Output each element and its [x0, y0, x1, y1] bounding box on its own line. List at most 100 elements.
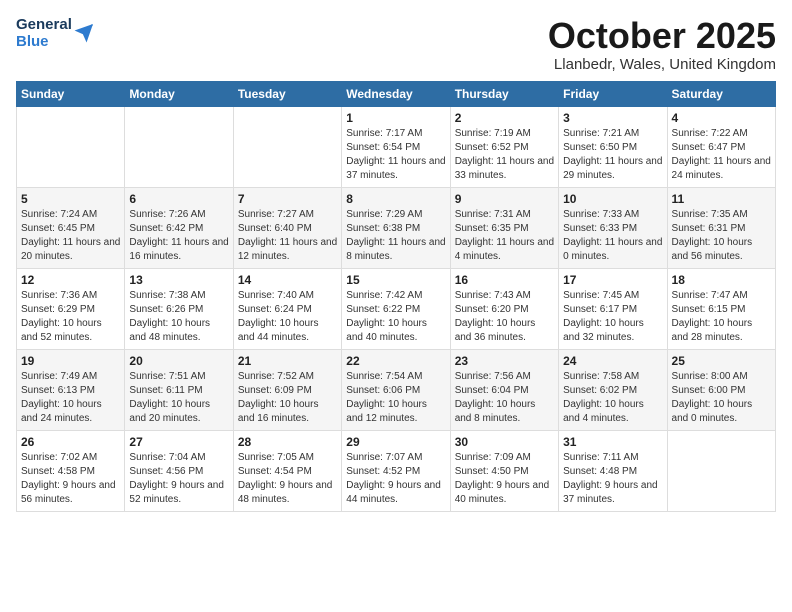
day-number: 4	[672, 111, 771, 125]
day-info: Sunrise: 7:33 AMSunset: 6:33 PMDaylight:…	[563, 208, 662, 264]
calendar-week-row: 1 Sunrise: 7:17 AMSunset: 6:54 PMDaylight…	[17, 106, 776, 187]
calendar-cell	[233, 106, 341, 187]
day-number: 14	[238, 273, 337, 287]
calendar-cell: 27 Sunrise: 7:04 AMSunset: 4:56 PMDayligh…	[125, 430, 233, 511]
calendar-cell: 23Sunrise: 7:56 AMSunset: 6:04 PMDayligh…	[450, 349, 558, 430]
day-number: 8	[346, 192, 445, 206]
day-info: Sunrise: 7:29 AMSunset: 6:38 PMDaylight:…	[346, 208, 445, 264]
calendar-cell: 2 Sunrise: 7:19 AMSunset: 6:52 PMDaylight…	[450, 106, 558, 187]
day-number: 7	[238, 192, 337, 206]
bird-icon	[74, 23, 94, 43]
day-info: Sunrise: 7:38 AMSunset: 6:26 PMDaylight:…	[129, 289, 228, 345]
logo: General Blue	[16, 16, 94, 50]
calendar-cell: 26Sunrise: 7:02 AMSunset: 4:58 PMDayligh…	[17, 430, 125, 511]
location: Llanbedr, Wales, United Kingdom	[548, 56, 776, 73]
weekday-row: SundayMondayTuesdayWednesdayThursdayFrid…	[17, 81, 776, 106]
day-info: Sunrise: 7:26 AMSunset: 6:42 PMDaylight:…	[129, 208, 228, 264]
calendar-cell: 12 Sunrise: 7:36 AMSunset: 6:29 PMDayligh…	[17, 268, 125, 349]
day-number: 30	[455, 435, 554, 449]
day-number: 10	[563, 192, 662, 206]
day-info: Sunrise: 7:43 AMSunset: 6:20 PMDaylight:…	[455, 289, 554, 345]
day-info: Sunrise: 7:49 AMSunset: 6:13 PMDaylight:…	[21, 370, 120, 426]
day-info: Sunrise: 7:36 AMSunset: 6:29 PMDaylight:…	[21, 289, 120, 345]
day-info: Sunrise: 7:40 AMSunset: 6:24 PMDaylight:…	[238, 289, 337, 345]
day-number: 11	[672, 192, 771, 206]
day-info: Sunrise: 7:21 AMSunset: 6:50 PMDaylight:…	[563, 127, 662, 183]
title-block: October 2025 Llanbedr, Wales, United Kin…	[548, 16, 776, 73]
day-number: 13	[129, 273, 228, 287]
calendar-table: SundayMondayTuesdayWednesdayThursdayFrid…	[16, 81, 776, 512]
calendar-cell: 18 Sunrise: 7:47 AMSunset: 6:15 PMDayligh…	[667, 268, 775, 349]
weekday-header: Wednesday	[342, 81, 450, 106]
day-number: 12	[21, 273, 120, 287]
day-info: Sunrise: 7:24 AMSunset: 6:45 PMDaylight:…	[21, 208, 120, 264]
weekday-header: Tuesday	[233, 81, 341, 106]
page-header: General Blue October 2025 Llanbedr, Wale…	[16, 16, 776, 73]
day-info: Sunrise: 7:27 AMSunset: 6:40 PMDaylight:…	[238, 208, 337, 264]
calendar-cell: 11Sunrise: 7:35 AMSunset: 6:31 PMDayligh…	[667, 187, 775, 268]
day-number: 1	[346, 111, 445, 125]
calendar-week-row: 5Sunrise: 7:24 AMSunset: 6:45 PMDaylight…	[17, 187, 776, 268]
day-info: Sunrise: 7:19 AMSunset: 6:52 PMDaylight:…	[455, 127, 554, 183]
calendar-cell: 5Sunrise: 7:24 AMSunset: 6:45 PMDaylight…	[17, 187, 125, 268]
day-info: Sunrise: 7:58 AMSunset: 6:02 PMDaylight:…	[563, 370, 662, 426]
calendar-cell: 21Sunrise: 7:52 AMSunset: 6:09 PMDayligh…	[233, 349, 341, 430]
calendar-week-row: 19 Sunrise: 7:49 AMSunset: 6:13 PMDayligh…	[17, 349, 776, 430]
calendar-cell: 1 Sunrise: 7:17 AMSunset: 6:54 PMDaylight…	[342, 106, 450, 187]
day-number: 22	[346, 354, 445, 368]
weekday-header: Sunday	[17, 81, 125, 106]
calendar-cell: 20 Sunrise: 7:51 AMSunset: 6:11 PMDayligh…	[125, 349, 233, 430]
calendar-cell: 7 Sunrise: 7:27 AMSunset: 6:40 PMDaylight…	[233, 187, 341, 268]
day-number: 28	[238, 435, 337, 449]
day-number: 23	[455, 354, 554, 368]
day-info: Sunrise: 7:09 AMSunset: 4:50 PMDaylight:…	[455, 451, 554, 507]
day-number: 19	[21, 354, 120, 368]
day-number: 6	[129, 192, 228, 206]
calendar-cell: 10 Sunrise: 7:33 AMSunset: 6:33 PMDayligh…	[559, 187, 667, 268]
logo-blue: Blue	[16, 33, 72, 50]
day-info: Sunrise: 7:54 AMSunset: 6:06 PMDaylight:…	[346, 370, 445, 426]
calendar-cell: 4 Sunrise: 7:22 AMSunset: 6:47 PMDaylight…	[667, 106, 775, 187]
day-number: 16	[455, 273, 554, 287]
day-info: Sunrise: 7:52 AMSunset: 6:09 PMDaylight:…	[238, 370, 337, 426]
day-number: 15	[346, 273, 445, 287]
day-number: 17	[563, 273, 662, 287]
calendar-cell: 31Sunrise: 7:11 AMSunset: 4:48 PMDayligh…	[559, 430, 667, 511]
day-info: Sunrise: 7:05 AMSunset: 4:54 PMDaylight:…	[238, 451, 337, 507]
calendar-cell: 15Sunrise: 7:42 AMSunset: 6:22 PMDayligh…	[342, 268, 450, 349]
calendar-cell: 22 Sunrise: 7:54 AMSunset: 6:06 PMDayligh…	[342, 349, 450, 430]
calendar-cell: 17 Sunrise: 7:45 AMSunset: 6:17 PMDayligh…	[559, 268, 667, 349]
month-title: October 2025	[548, 16, 776, 56]
calendar-cell: 28 Sunrise: 7:05 AMSunset: 4:54 PMDayligh…	[233, 430, 341, 511]
day-number: 2	[455, 111, 554, 125]
day-number: 20	[129, 354, 228, 368]
day-number: 9	[455, 192, 554, 206]
day-info: Sunrise: 7:04 AMSunset: 4:56 PMDaylight:…	[129, 451, 228, 507]
calendar-cell: 14 Sunrise: 7:40 AMSunset: 6:24 PMDayligh…	[233, 268, 341, 349]
day-info: Sunrise: 7:11 AMSunset: 4:48 PMDaylight:…	[563, 451, 662, 507]
day-info: Sunrise: 7:45 AMSunset: 6:17 PMDaylight:…	[563, 289, 662, 345]
day-info: Sunrise: 7:22 AMSunset: 6:47 PMDaylight:…	[672, 127, 771, 183]
calendar-cell: 24 Sunrise: 7:58 AMSunset: 6:02 PMDayligh…	[559, 349, 667, 430]
calendar-cell	[17, 106, 125, 187]
calendar-cell: 9 Sunrise: 7:31 AMSunset: 6:35 PMDaylight…	[450, 187, 558, 268]
calendar-cell	[125, 106, 233, 187]
day-info: Sunrise: 8:00 AMSunset: 6:00 PMDaylight:…	[672, 370, 771, 426]
day-number: 18	[672, 273, 771, 287]
calendar-cell: 8 Sunrise: 7:29 AMSunset: 6:38 PMDaylight…	[342, 187, 450, 268]
day-number: 24	[563, 354, 662, 368]
calendar-cell: 19 Sunrise: 7:49 AMSunset: 6:13 PMDayligh…	[17, 349, 125, 430]
day-info: Sunrise: 7:31 AMSunset: 6:35 PMDaylight:…	[455, 208, 554, 264]
day-info: Sunrise: 7:51 AMSunset: 6:11 PMDaylight:…	[129, 370, 228, 426]
day-number: 26	[21, 435, 120, 449]
weekday-header: Saturday	[667, 81, 775, 106]
weekday-header: Monday	[125, 81, 233, 106]
day-info: Sunrise: 7:47 AMSunset: 6:15 PMDaylight:…	[672, 289, 771, 345]
calendar-cell: 3Sunrise: 7:21 AMSunset: 6:50 PMDaylight…	[559, 106, 667, 187]
day-number: 27	[129, 435, 228, 449]
calendar-body: 1 Sunrise: 7:17 AMSunset: 6:54 PMDaylight…	[17, 106, 776, 511]
calendar-cell: 16 Sunrise: 7:43 AMSunset: 6:20 PMDayligh…	[450, 268, 558, 349]
day-info: Sunrise: 7:17 AMSunset: 6:54 PMDaylight:…	[346, 127, 445, 183]
calendar-cell: 25Sunrise: 8:00 AMSunset: 6:00 PMDayligh…	[667, 349, 775, 430]
calendar-cell: 13 Sunrise: 7:38 AMSunset: 6:26 PMDayligh…	[125, 268, 233, 349]
